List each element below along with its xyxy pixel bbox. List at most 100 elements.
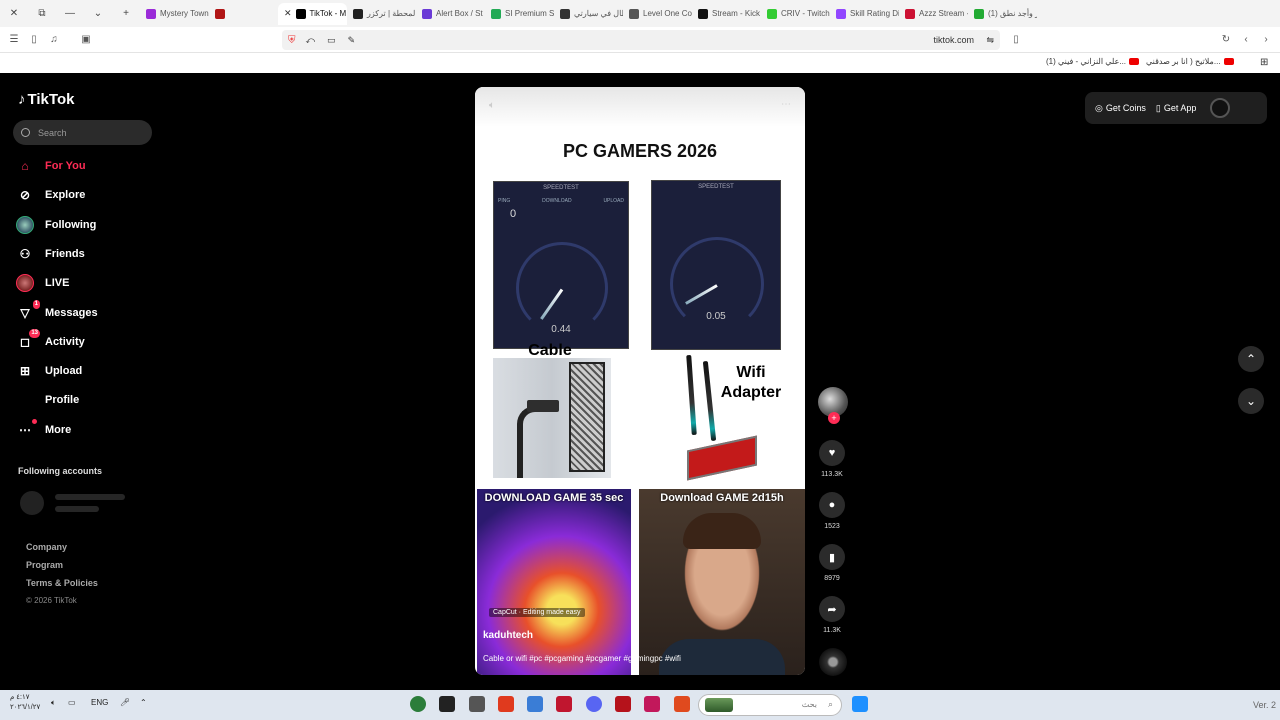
comment-action[interactable]: ● 1523 <box>818 492 846 530</box>
share-action[interactable]: ➦ 11.3K <box>818 596 846 634</box>
browser-tab[interactable]: Alert Box / St <box>416 3 485 25</box>
back-icon[interactable]: ‹ <box>1236 30 1256 50</box>
sidebar-item-more[interactable]: ⋯ More <box>16 417 166 443</box>
restore-window-icon[interactable]: ⧉ <box>28 0 56 27</box>
heart-icon[interactable]: ♥ <box>819 440 845 466</box>
video-author[interactable]: kaduhtech <box>483 630 533 641</box>
edit-icon[interactable]: ✎ <box>348 35 356 46</box>
close-tab-icon[interactable]: ✕ <box>284 8 292 19</box>
sidebar-item-profile[interactable]: Profile <box>16 387 166 413</box>
cast-icon[interactable]: ▭ <box>327 35 336 46</box>
bookmarks-bar: (1) علي النزاني - فيني... ملاتيح ( انا ب… <box>0 53 1280 73</box>
display-icon[interactable]: ▭ <box>68 698 76 707</box>
sidebar-item-friends[interactable]: ⚇ Friends <box>16 241 166 267</box>
sidebar-item-activity[interactable]: ◻ 13 Activity <box>16 328 166 355</box>
volume-icon[interactable]: 🔈︎ <box>489 100 495 111</box>
gauge-needle <box>540 288 564 320</box>
gauge-needle <box>685 284 718 305</box>
footer-company-link[interactable]: Company <box>26 542 67 552</box>
browser-tab[interactable]: المحطة | تركزر <box>347 3 416 25</box>
browser-tab[interactable]: (1) أثر وأجد نطق <box>968 3 1037 25</box>
browser-tab[interactable]: Mystery Town <box>140 3 209 25</box>
app-icon[interactable] <box>556 696 572 712</box>
like-action[interactable]: ♥ 113.3K <box>818 440 846 478</box>
footer-program-link[interactable]: Program <box>26 560 63 570</box>
footer-terms-link[interactable]: Terms & Policies <box>26 578 98 588</box>
sidebar-item-following[interactable]: Following <box>16 212 166 238</box>
app-icon[interactable] <box>439 696 455 712</box>
sidebar-item-explore[interactable]: ⊘ Explore <box>16 182 166 208</box>
browser-tab[interactable]: Level One Co <box>623 3 692 25</box>
speedtest-metrics: PING DOWNLOAD UPLOAD <box>498 198 624 204</box>
video-description[interactable]: Cable or wifi #pc #pcgaming #pcgamer #ga… <box>483 654 803 663</box>
sidebar-item-upload[interactable]: ⊞ Upload <box>16 358 166 384</box>
video-player[interactable]: 🔈︎ ⋯ PC GAMERS 2026 SPEEDTEST PING DOWNL… <box>475 87 805 675</box>
reload-icon[interactable]: ↻ <box>1216 30 1236 50</box>
share-icon[interactable]: ⤺ <box>306 35 316 46</box>
browser-tab[interactable] <box>209 3 278 25</box>
brave-browser-icon[interactable] <box>674 696 690 712</box>
windows-start-icon[interactable] <box>852 696 868 712</box>
follow-plus-icon[interactable]: + <box>828 412 840 424</box>
browser-tab[interactable]: Stream - Kick D <box>692 3 761 25</box>
browser-tab[interactable]: ✕ TikTok - M <box>278 2 347 25</box>
discord-icon[interactable] <box>586 696 602 712</box>
music-disc-icon[interactable] <box>819 648 847 676</box>
brave-browser-icon[interactable] <box>498 696 514 712</box>
sidebar-item-live[interactable]: LIVE <box>16 270 166 296</box>
language-indicator[interactable]: ENG <box>91 698 108 707</box>
taskbar-search[interactable]: بحث ⌕ <box>698 694 842 716</box>
apps-grid-icon[interactable]: ⊞ <box>1260 57 1268 68</box>
microphone-icon[interactable]: 🎤︎ <box>120 698 130 707</box>
shield-icon[interactable]: ⛨ <box>288 35 296 46</box>
bookmark-item[interactable]: ملاتيح ( انا بر صدقني... <box>1146 57 1234 66</box>
profile-icon <box>16 391 34 409</box>
profile-avatar[interactable] <box>1210 98 1231 118</box>
tab-list-icon[interactable]: ⌄ <box>84 0 112 27</box>
sidebar-item-messages[interactable]: ▽ 1 Messages <box>16 299 166 326</box>
bookmark-icon[interactable]: ▯ <box>1006 30 1026 50</box>
menu-icon[interactable]: ☰ <box>4 30 24 50</box>
previous-video-button[interactable]: ⌃ <box>1238 346 1264 372</box>
sidebar-toggle-icon[interactable]: ▯ <box>24 30 44 50</box>
get-app-button[interactable]: ▯ Get App <box>1156 103 1196 114</box>
search-highlight-image <box>705 698 733 712</box>
url-domain[interactable]: tiktok.com <box>933 35 974 45</box>
app-icon[interactable] <box>644 696 660 712</box>
browser-tab[interactable]: Skill Rating Distr <box>830 3 899 25</box>
screenshot-icon[interactable]: ▣ <box>76 30 96 50</box>
new-tab-icon[interactable]: + <box>112 0 140 27</box>
search-input[interactable]: Search <box>13 120 152 145</box>
close-window-icon[interactable]: ✕ <box>0 0 28 27</box>
browser-tab[interactable]: CRIV - Twitch <box>761 3 830 25</box>
speed-gauge <box>516 242 608 334</box>
forward-icon[interactable]: › <box>1256 30 1276 50</box>
tiktok-logo[interactable]: ♪ TikTok <box>18 91 74 108</box>
upload-icon: ⊞ <box>19 364 31 379</box>
comment-icon[interactable]: ● <box>819 492 845 518</box>
app-icon[interactable] <box>469 696 485 712</box>
address-bar[interactable]: ⛨ ⤺ ▭ ✎ tiktok.com ⇋ <box>282 30 1000 50</box>
bookmark-item[interactable]: (1) علي النزاني - فيني... <box>1046 57 1140 66</box>
volume-icon[interactable]: 🔈︎ <box>51 698 56 708</box>
get-coins-button[interactable]: ◎ Get Coins <box>1095 103 1146 114</box>
tray-chevron-icon[interactable]: ⌃ <box>140 698 147 707</box>
pc-case-grill <box>569 362 605 472</box>
share-arrow-icon[interactable]: ➦ <box>819 596 845 622</box>
music-icon[interactable]: ♫ <box>44 30 64 50</box>
app-icon[interactable] <box>615 696 631 712</box>
browser-tab[interactable]: أبطال في سيارتي <box>554 3 623 25</box>
save-action[interactable]: ▮ 8979 <box>818 544 846 582</box>
translate-icon[interactable]: ⇋ <box>986 35 994 46</box>
browser-tab[interactable]: SI Premium S <box>485 3 554 25</box>
app-icon[interactable] <box>527 696 543 712</box>
bookmark-icon[interactable]: ▮ <box>819 544 845 570</box>
next-video-button[interactable]: ⌄ <box>1238 388 1264 414</box>
browser-tab[interactable]: Azzz Stream - W <box>899 3 968 25</box>
sidebar-item-for-you[interactable]: ⌂ For You <box>16 153 166 179</box>
clock[interactable]: ٤:١٧ م ٢٠٢٦/١/٢٧ <box>10 693 40 713</box>
minimize-window-icon[interactable]: — <box>56 0 84 27</box>
more-options-icon[interactable]: ⋯ <box>781 99 791 110</box>
like-count: 113.3K <box>821 471 843 478</box>
app-icon[interactable] <box>410 696 426 712</box>
